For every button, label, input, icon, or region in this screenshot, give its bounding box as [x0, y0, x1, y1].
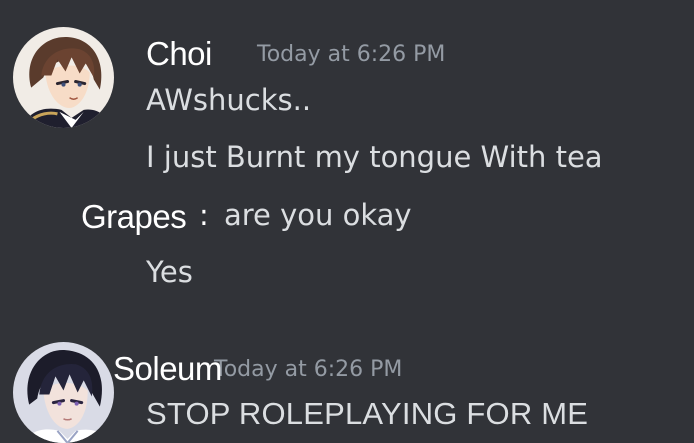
inline-author-grapes[interactable]: Grapes — [81, 200, 187, 233]
message-text: I just Burnt my tongue With tea — [146, 140, 603, 174]
user-avatar-choi[interactable] — [13, 27, 114, 128]
message-text: Yes — [146, 255, 193, 289]
anime-boy-avatar-icon — [13, 27, 114, 128]
message-author-choi[interactable]: Choi — [146, 37, 212, 70]
message-text: are you okay — [224, 198, 412, 232]
message-text: STOP ROLEPLAYING FOR ME — [146, 396, 589, 431]
message-timestamp: Today at 6:26 PM — [214, 357, 403, 382]
message-author-soleum[interactable]: Soleum — [113, 352, 222, 385]
user-avatar-soleum[interactable] — [13, 342, 114, 443]
message-timestamp: Today at 6:26 PM — [257, 42, 446, 67]
anime-man-avatar-icon — [13, 342, 114, 443]
inline-separator: : — [199, 198, 209, 232]
message-text: AWshucks.. — [146, 83, 312, 117]
